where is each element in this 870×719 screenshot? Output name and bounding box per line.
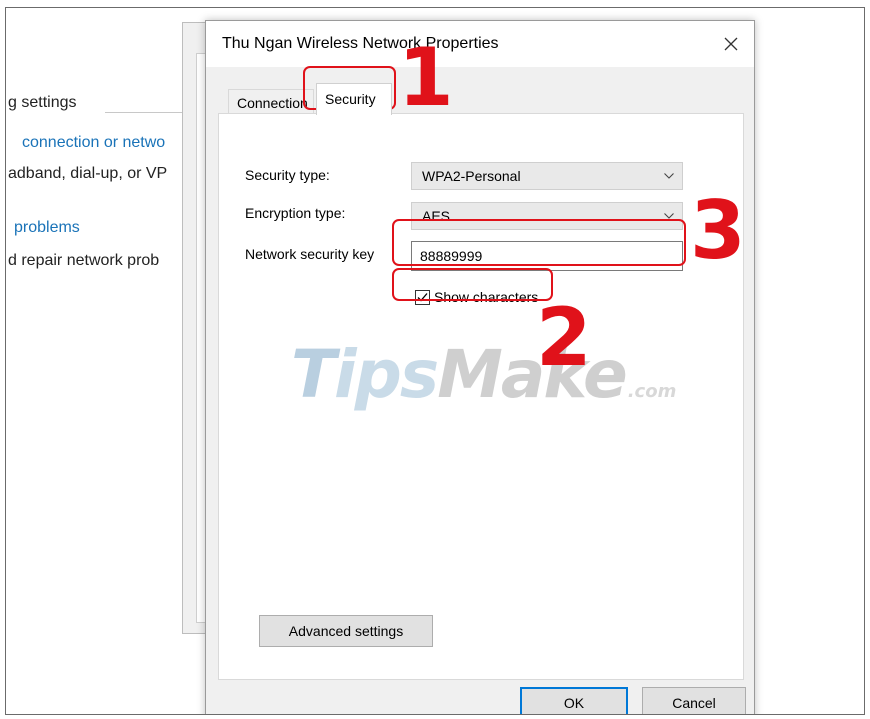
setup-connection-description: adband, dial-up, or VP: [8, 165, 168, 182]
annotation-number-1: 1: [398, 31, 454, 124]
ok-button[interactable]: OK: [520, 687, 628, 714]
tab-connection[interactable]: Connection: [228, 89, 314, 115]
close-button[interactable]: [708, 21, 754, 67]
cancel-button[interactable]: Cancel: [642, 687, 746, 714]
tipsmake-watermark: TipsMake .com: [291, 336, 677, 413]
annotation-number-3: 3: [690, 184, 746, 277]
security-type-select[interactable]: WPA2-Personal: [411, 162, 683, 190]
annotation-box-show-characters: [392, 268, 553, 301]
tab-security[interactable]: Security: [316, 83, 392, 115]
setup-connection-link[interactable]: connection or netwo: [22, 134, 165, 152]
close-icon: [724, 37, 738, 51]
troubleshoot-problems-link[interactable]: problems: [14, 219, 80, 237]
security-type-label: Security type:: [245, 167, 330, 183]
encryption-type-label: Encryption type:: [245, 205, 346, 221]
annotation-number-2: 2: [536, 291, 592, 384]
heading-divider: [105, 112, 185, 113]
troubleshoot-description: d repair network prob: [8, 252, 160, 269]
screenshot-frame: g settings connection or netwo adband, d…: [5, 7, 865, 715]
security-type-value: WPA2-Personal: [422, 168, 521, 184]
advanced-settings-button[interactable]: Advanced settings: [259, 615, 433, 647]
dialog-title: Thu Ngan Wireless Network Properties: [222, 35, 499, 52]
settings-heading: g settings: [8, 94, 77, 111]
chevron-down-icon: [664, 163, 674, 189]
network-key-label: Network security key: [245, 246, 375, 262]
dialog-titlebar: Thu Ngan Wireless Network Properties: [206, 21, 754, 67]
annotation-box-network-key: [392, 219, 686, 266]
